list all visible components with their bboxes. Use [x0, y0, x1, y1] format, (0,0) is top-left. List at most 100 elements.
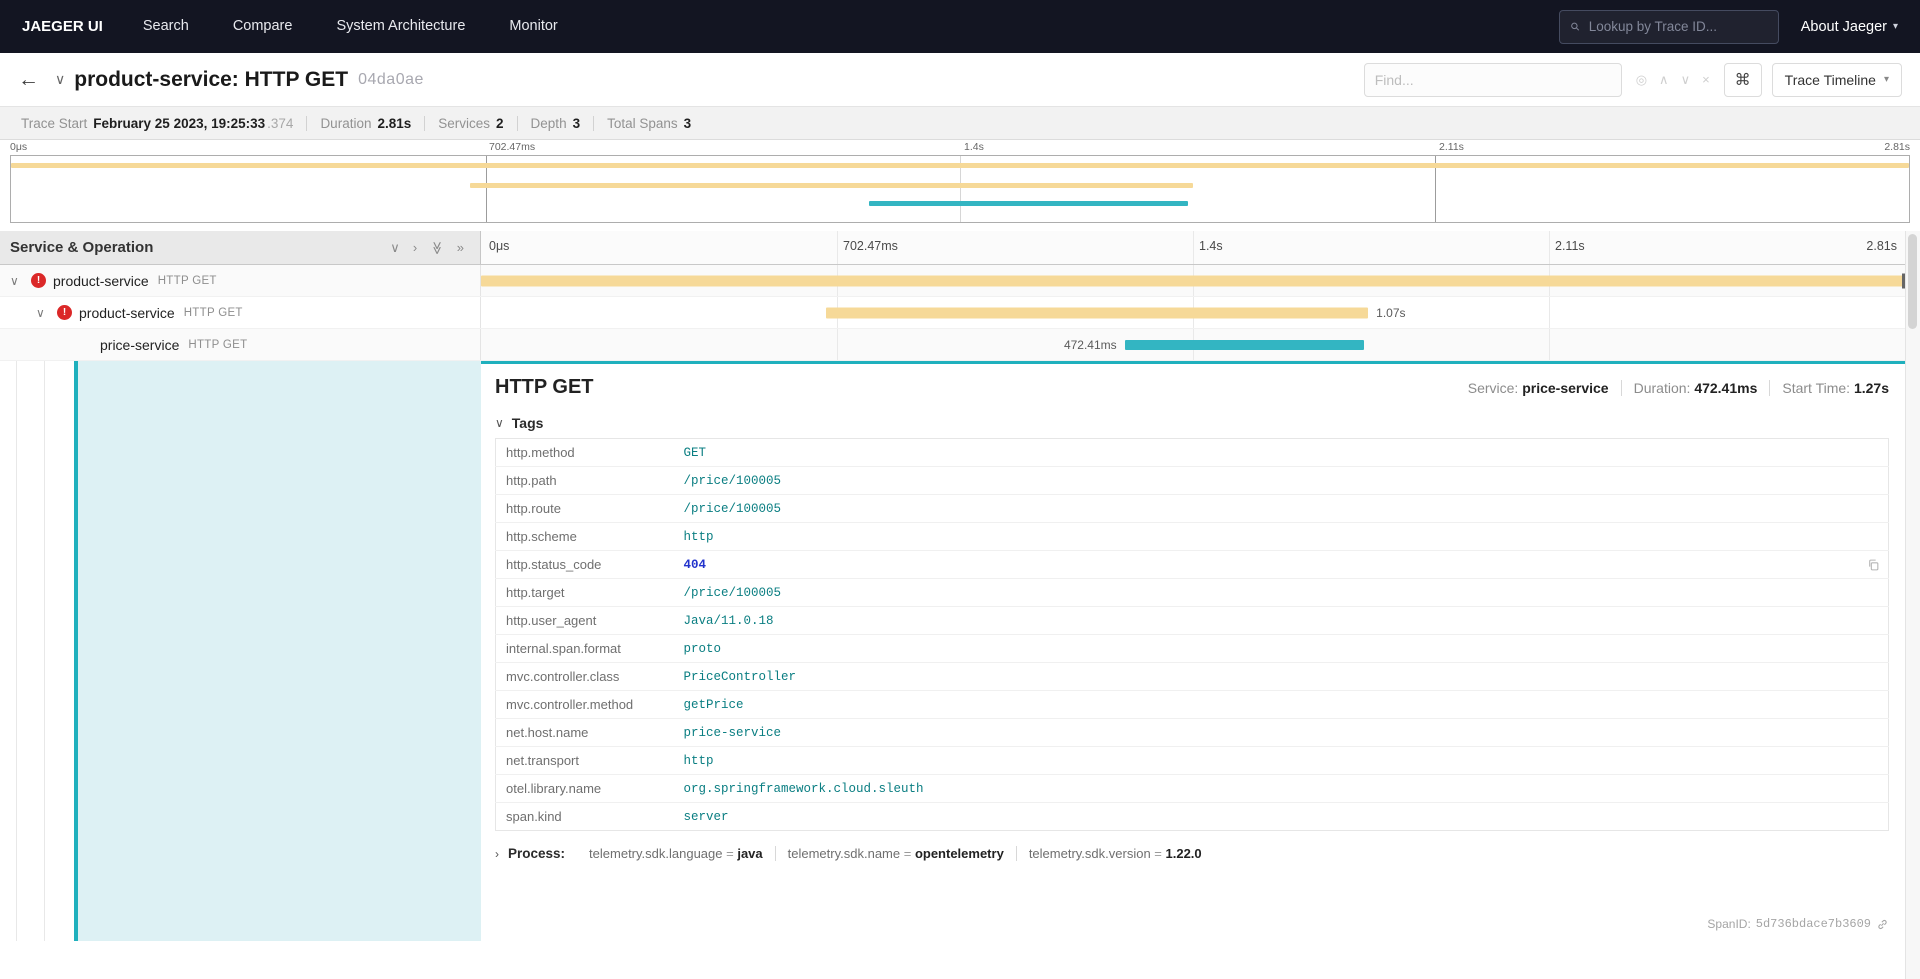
trace-id: 04da0ae: [358, 70, 424, 88]
indent-guide: [44, 361, 45, 941]
find-prev-icon[interactable]: ∧: [1659, 72, 1669, 88]
span-detail-meta: Service: price-service Duration: 472.41m…: [1456, 380, 1889, 396]
about-jaeger-label: About Jaeger: [1800, 18, 1887, 35]
tag-row: mvc.controller.class PriceController: [495, 662, 1889, 691]
span-id-footer: SpanID: 5d736bdace7b3609: [495, 917, 1889, 933]
timeline-tick: 2.11s: [1555, 239, 1585, 253]
span-bar-cell[interactable]: 472.41ms: [481, 329, 1905, 360]
span-name-cell[interactable]: price-service HTTP GET: [0, 329, 481, 360]
vertical-scrollbar[interactable]: [1905, 231, 1920, 979]
find-match-icon[interactable]: ◎: [1636, 72, 1647, 88]
find-next-icon[interactable]: ∨: [1681, 72, 1691, 88]
trace-collapse-toggle[interactable]: ∨: [55, 71, 65, 88]
chevron-down-icon[interactable]: ∨: [36, 306, 52, 320]
keyboard-shortcuts-button[interactable]: ⌘: [1723, 62, 1762, 97]
tick-gridline: [837, 329, 838, 360]
chevron-down-icon[interactable]: ∨: [10, 274, 26, 288]
caret-down-icon: ▾: [1883, 74, 1889, 85]
collapse-all-icon[interactable]: ≫: [429, 241, 445, 255]
span-detail-panel: HTTP GET Service: price-service Duration…: [481, 361, 1905, 941]
summary-total-spans: Total Spans 3: [593, 115, 704, 131]
minimap-tick: 0μs: [10, 141, 28, 153]
back-button[interactable]: ←: [18, 69, 39, 90]
minimap-tick-labels: 0μs 702.47ms 1.4s 2.11s 2.81s: [10, 140, 1910, 155]
find-input[interactable]: [1363, 62, 1622, 97]
span-operation-name: HTTP GET: [157, 274, 217, 287]
tag-row: http.method GET: [495, 438, 1889, 467]
span-row-product-service-child[interactable]: ∨ ! product-service HTTP GET 1.07s: [0, 297, 1905, 329]
collapse-one-icon[interactable]: ∨: [390, 240, 400, 256]
selected-span-highlight[interactable]: [74, 361, 481, 941]
timeline-tick: 702.47ms: [843, 239, 898, 253]
span-name-cell[interactable]: ∨ ! product-service HTTP GET: [0, 297, 481, 328]
tick-gridline: [1549, 329, 1550, 360]
trace-view-selector[interactable]: Trace Timeline ▾: [1771, 62, 1902, 97]
minimap-canvas[interactable]: [10, 155, 1910, 223]
deep-link-icon[interactable]: [1876, 918, 1889, 931]
span-row-product-service-root[interactable]: ∨ ! product-service HTTP GET: [0, 265, 1905, 297]
tag-row: mvc.controller.method getPrice: [495, 690, 1889, 719]
trace-id-lookup-input[interactable]: [1586, 18, 1768, 35]
main-nav: Search Compare System Architecture Monit…: [121, 0, 580, 53]
process-summary: › Process: telemetry.sdk.language = java…: [495, 846, 1889, 861]
chevron-right-icon: ›: [495, 847, 499, 861]
timeline-tick: 2.81s: [1866, 239, 1897, 253]
trace-id-lookup[interactable]: [1558, 9, 1779, 44]
nav-item-compare[interactable]: Compare: [211, 0, 315, 53]
tick-gridline: [1549, 297, 1550, 328]
app-brand[interactable]: JAEGER UI: [4, 18, 121, 35]
top-navbar: JAEGER UI Search Compare System Architec…: [0, 0, 1920, 53]
span-bar-cell[interactable]: 1.07s: [481, 297, 1905, 328]
error-icon: !: [31, 273, 46, 288]
span-bar-cell[interactable]: [481, 265, 1905, 296]
navbar-right: About Jaeger ▾: [1558, 9, 1916, 44]
span-service-name: product-service: [53, 272, 149, 289]
span-row-price-service[interactable]: price-service HTTP GET 472.41ms: [0, 329, 1905, 361]
search-icon: [1570, 22, 1579, 31]
process-accordion-toggle[interactable]: Process:: [508, 846, 565, 861]
trace-title: product-service: HTTP GET: [74, 67, 349, 91]
expand-collapse-controls: ∨ › ≫ »: [390, 240, 470, 256]
process-item: telemetry.sdk.version = 1.22.0: [1015, 846, 1214, 861]
span-name-cell[interactable]: ∨ ! product-service HTTP GET: [0, 265, 481, 296]
tag-row: net.transport http: [495, 746, 1889, 775]
tags-accordion-toggle[interactable]: ∨ Tags: [495, 415, 1889, 431]
span-bar[interactable]: [481, 273, 1905, 288]
trace-summary-bar: Trace Start February 25 2023, 19:25:33 .…: [0, 107, 1920, 140]
chevron-down-icon: ∨: [495, 416, 504, 430]
caret-down-icon: ▾: [1892, 21, 1898, 32]
copy-icon[interactable]: [1867, 558, 1880, 571]
minimap-tick: 1.4s: [964, 141, 984, 153]
tags-label: Tags: [511, 415, 544, 431]
tag-row: otel.library.name org.springframework.clo…: [495, 774, 1889, 803]
span-bar[interactable]: [1124, 339, 1364, 350]
span-duration-label: 1.07s: [1376, 305, 1406, 320]
expand-one-icon[interactable]: ›: [413, 240, 417, 255]
service-operation-header: Service & Operation ∨ › ≫ »: [0, 231, 481, 264]
span-detail-indent-column: [0, 361, 481, 941]
timeline-header: Service & Operation ∨ › ≫ » 0μs 702.47ms…: [0, 231, 1905, 265]
meta-start-time: Start Time: 1.27s: [1769, 380, 1889, 396]
trace-view-label: Trace Timeline: [1784, 71, 1876, 88]
nav-item-search[interactable]: Search: [121, 0, 211, 53]
meta-duration: Duration: 472.41ms: [1620, 380, 1770, 396]
minimap-span-bar: [470, 183, 1194, 188]
scrollbar-thumb[interactable]: [1908, 234, 1917, 329]
indent-guide: [16, 361, 17, 941]
span-detail-header: HTTP GET Service: price-service Duration…: [495, 376, 1889, 399]
tag-row: span.kind server: [506, 809, 729, 824]
command-icon: ⌘: [1734, 71, 1751, 89]
expand-all-icon[interactable]: »: [457, 240, 464, 255]
summary-depth: Depth 3: [516, 115, 594, 131]
tag-row: internal.span.format proto: [495, 634, 1889, 663]
minimap-span-bar: [868, 201, 1188, 206]
find-clear-icon[interactable]: ×: [1702, 72, 1710, 87]
nav-item-system-architecture[interactable]: System Architecture: [314, 0, 487, 53]
about-jaeger-menu[interactable]: About Jaeger ▾: [1801, 19, 1898, 35]
tag-row: http.status_code 404: [495, 550, 1889, 579]
error-icon: !: [57, 305, 72, 320]
span-bar[interactable]: [825, 307, 1369, 318]
nav-item-monitor[interactable]: Monitor: [487, 0, 579, 53]
minimap-tick: 2.11s: [1439, 141, 1464, 153]
summary-services: Services 2: [424, 115, 516, 131]
